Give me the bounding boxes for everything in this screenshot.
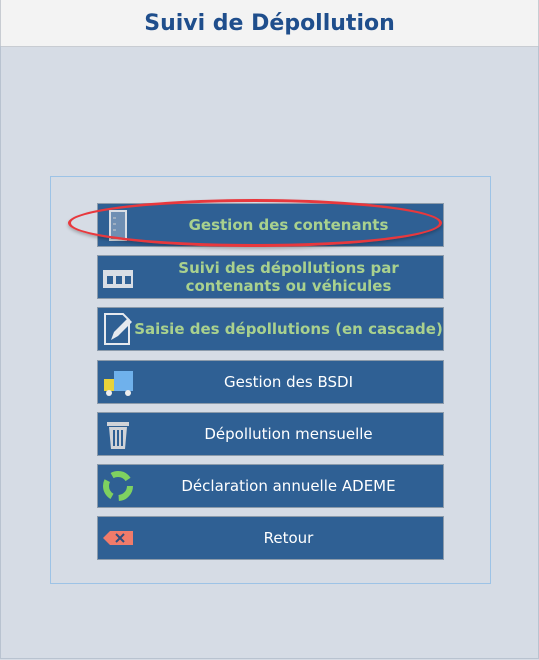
button-label: Déclaration annuelle ADEME [181,477,396,495]
suivi-depollutions-button[interactable]: Suivi des dépollutions par contenants ou… [97,255,444,299]
truck-icon [104,371,133,396]
recycle-icon [103,471,133,501]
button-label: Retour [263,529,314,547]
declaration-ademe-button[interactable]: Déclaration annuelle ADEME [97,464,444,508]
gestion-contenants-button[interactable]: Gestion des contenants [97,203,444,247]
saisie-depollutions-button[interactable]: Saisie des dépollutions (en cascade) [97,307,444,351]
button-label: Gestion des BSDI [223,373,354,391]
trash-icon [107,422,129,449]
depollution-mensuelle-button[interactable]: Dépollution mensuelle [97,412,444,456]
button-label: Saisie des dépollutions (en cascade) [134,320,443,338]
header: Suivi de Dépollution [0,0,539,47]
retour-button[interactable]: Retour [97,516,444,560]
button-label: Suivi des dépollutions par contenants ou… [178,259,399,295]
container-icon [109,210,127,241]
containers-tracking-icon [103,270,133,288]
page-title: Suivi de Dépollution [144,10,395,36]
button-label: Gestion des contenants [188,216,389,234]
edit-document-icon [104,313,132,345]
backspace-icon [103,531,133,545]
button-label: Dépollution mensuelle [204,425,373,443]
gestion-bsdi-button[interactable]: Gestion des BSDI [97,360,444,404]
